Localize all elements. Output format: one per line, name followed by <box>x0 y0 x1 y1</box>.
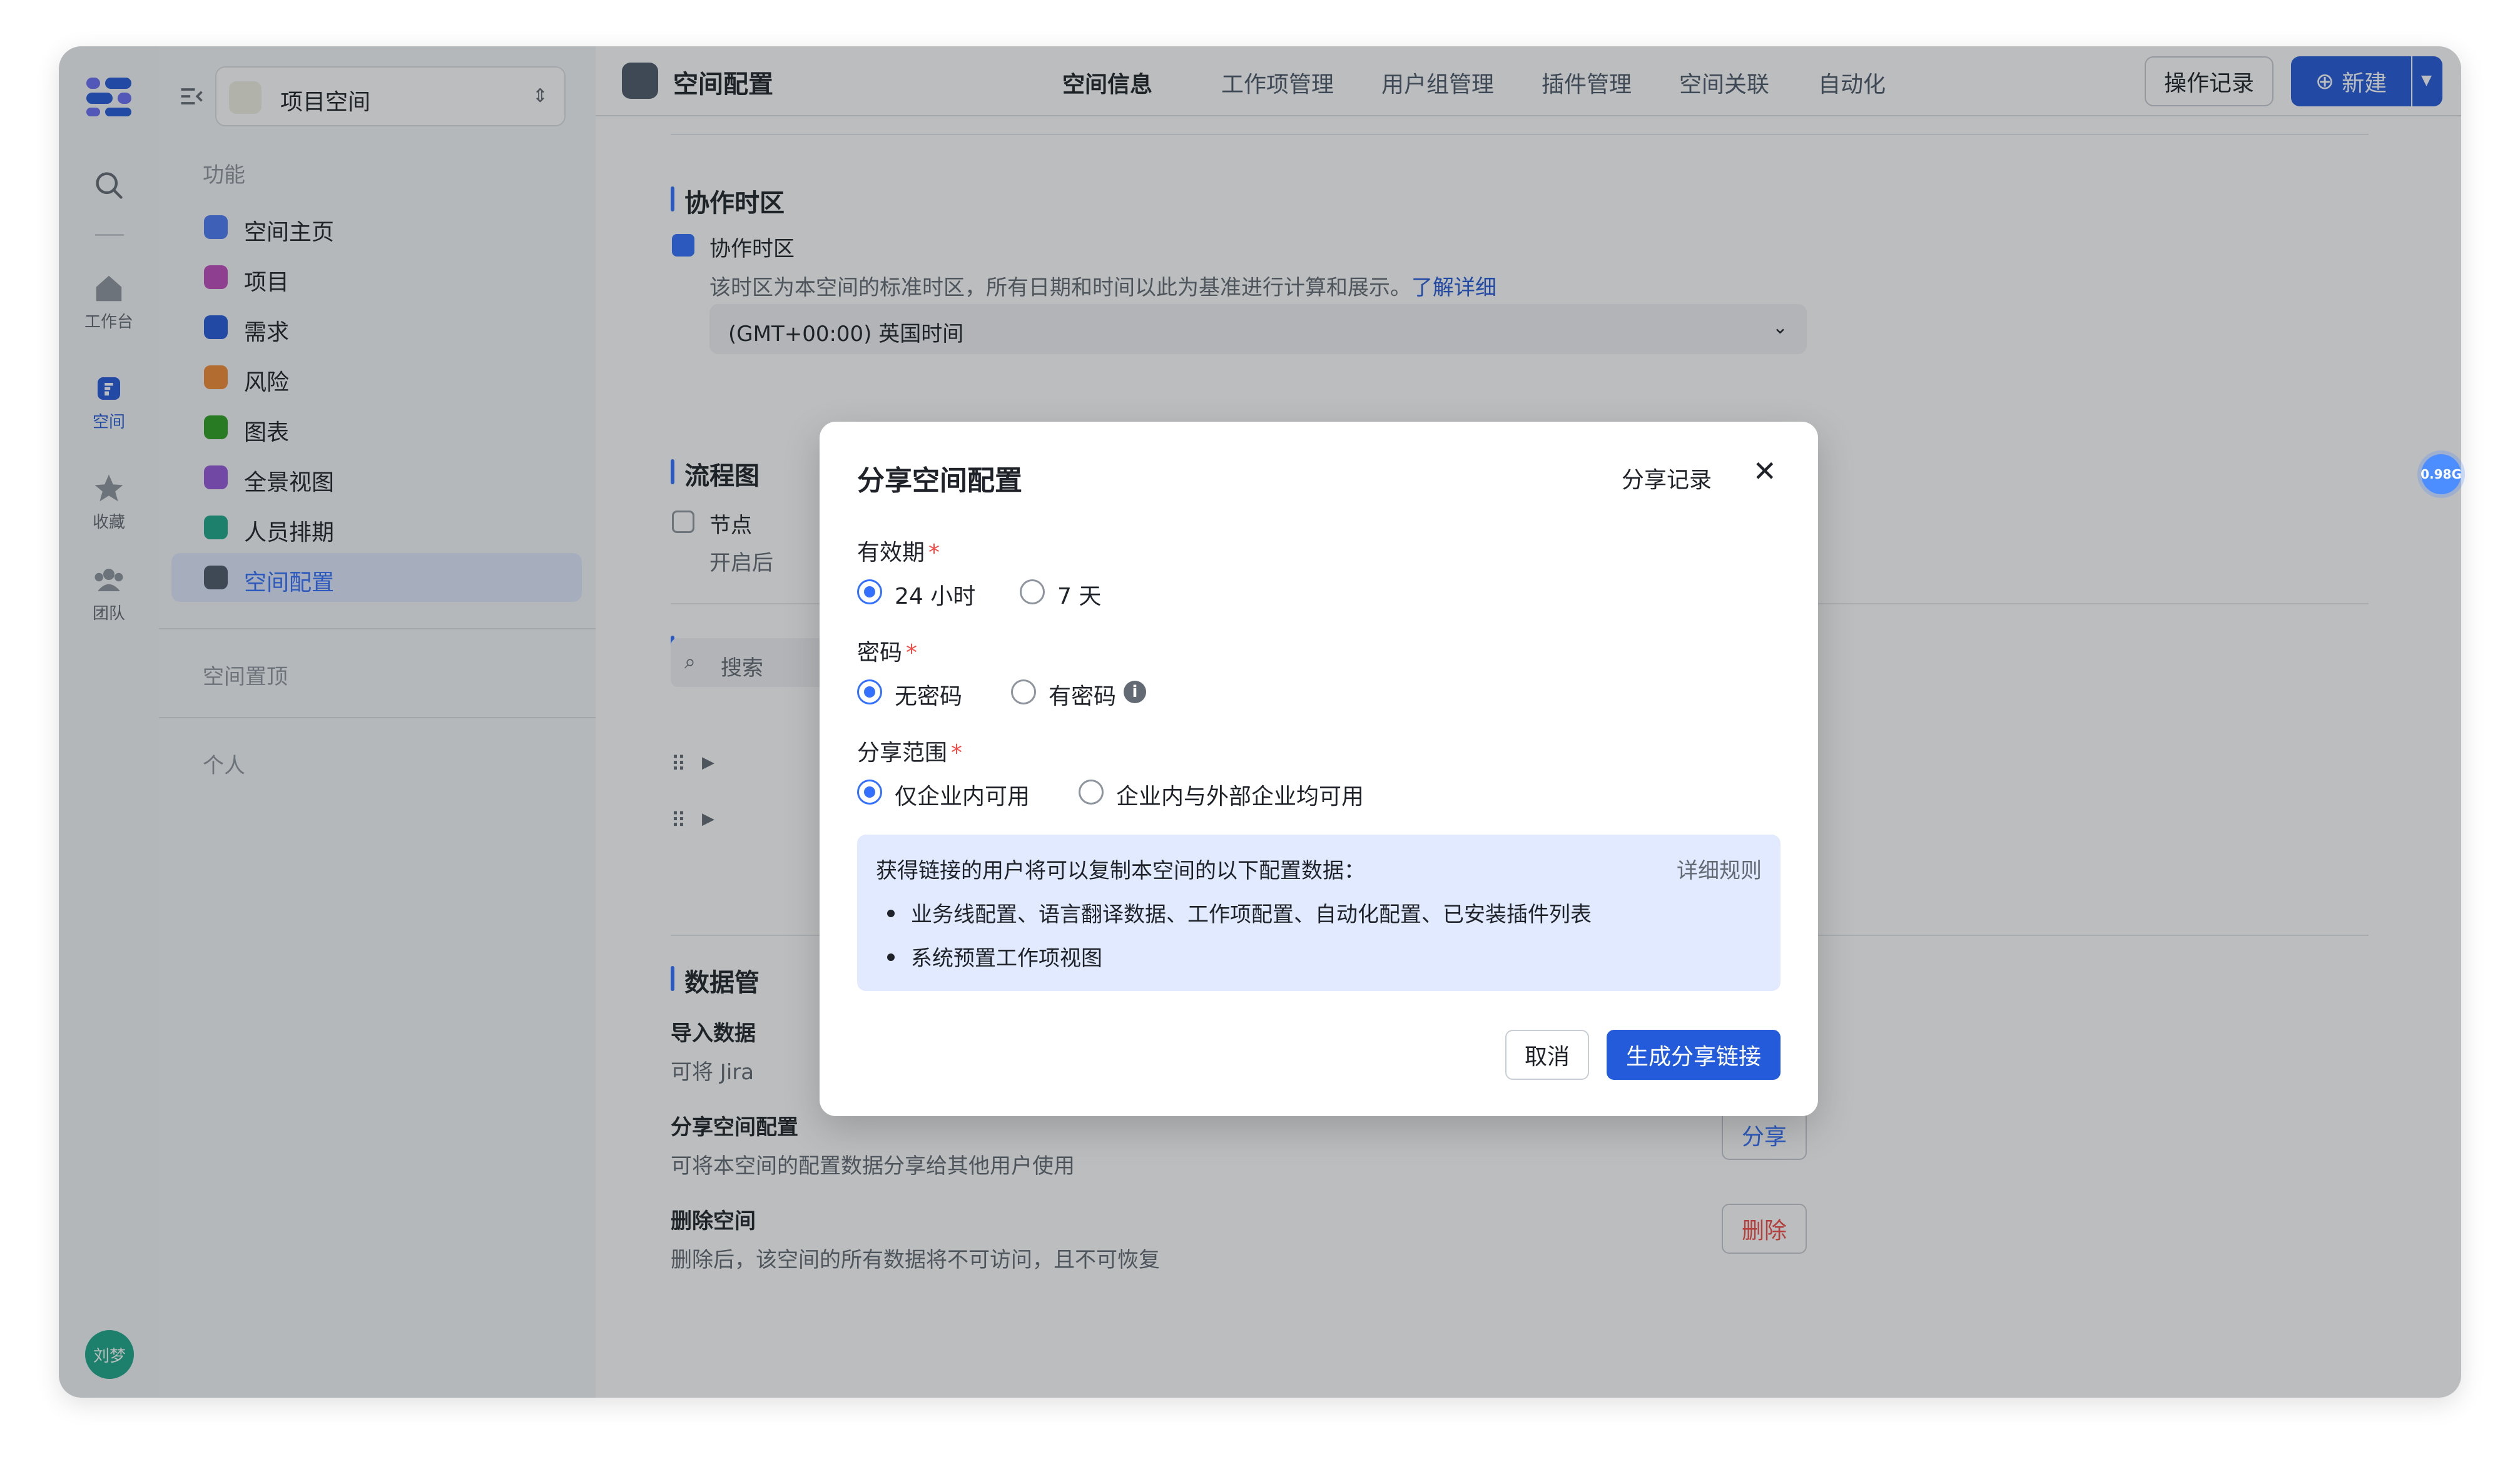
radio-scope-internal[interactable] <box>857 780 882 805</box>
password-label: 密码 * <box>857 634 917 667</box>
info-list-item: 系统预置工作项视图 <box>911 946 1102 971</box>
info-box: 获得链接的用户将可以复制本空间的以下配置数据： 详细规则 业务线配置、语言翻译数… <box>857 835 1781 991</box>
info-icon[interactable]: i <box>1124 681 1146 703</box>
radio-label: 有密码 <box>1049 684 1117 709</box>
bullet-dot <box>887 910 895 917</box>
password-label-text: 密码 <box>857 640 903 666</box>
radio-no-password[interactable] <box>857 679 882 704</box>
radio-label: 7 天 <box>1057 584 1102 609</box>
radio-label: 企业内与外部企业均可用 <box>1116 784 1364 810</box>
share-config-modal: 分享空间配置 分享记录 ✕ 有效期 * 24 小时 7 天 密码 * 无密码 有密码… <box>820 422 1818 1116</box>
radio-label: 仅企业内可用 <box>895 784 1030 810</box>
scope-label: 分享范围 * <box>857 734 962 767</box>
generate-link-button[interactable]: 生成分享链接 <box>1607 1030 1781 1080</box>
validity-label: 有效期 * <box>857 534 940 567</box>
radio-validity-7d[interactable] <box>1020 579 1045 604</box>
close-icon[interactable]: ✕ <box>1752 457 1777 485</box>
info-lead: 获得链接的用户将可以复制本空间的以下配置数据： <box>876 858 1365 883</box>
radio-label: 无密码 <box>895 684 963 709</box>
radio-validity-24h[interactable] <box>857 579 882 604</box>
share-record-link[interactable]: 分享记录 <box>1622 462 1712 494</box>
required-mark: * <box>928 540 940 566</box>
app-window: 工作台 空间 收藏 团队 刘梦 项目空间 ⇕ 功能 空间主页 项目 需求 风险 … <box>59 46 2461 1398</box>
bullet-dot <box>887 953 895 961</box>
info-list-item: 业务线配置、语言翻译数据、工作项配置、自动化配置、已安装插件列表 <box>911 902 1592 927</box>
cancel-button[interactable]: 取消 <box>1505 1030 1589 1080</box>
scope-label-text: 分享范围 <box>857 740 948 766</box>
required-mark: * <box>951 740 963 766</box>
modal-title: 分享空间配置 <box>857 465 1022 497</box>
detail-rules-link[interactable]: 详细规则 <box>1677 853 1762 884</box>
memory-badge[interactable]: 0.98G <box>2421 454 2462 494</box>
radio-has-password[interactable] <box>1011 679 1036 704</box>
validity-label-text: 有效期 <box>857 540 925 566</box>
radio-label: 24 小时 <box>895 584 976 609</box>
radio-scope-external[interactable] <box>1079 780 1104 805</box>
required-mark: * <box>906 640 918 666</box>
